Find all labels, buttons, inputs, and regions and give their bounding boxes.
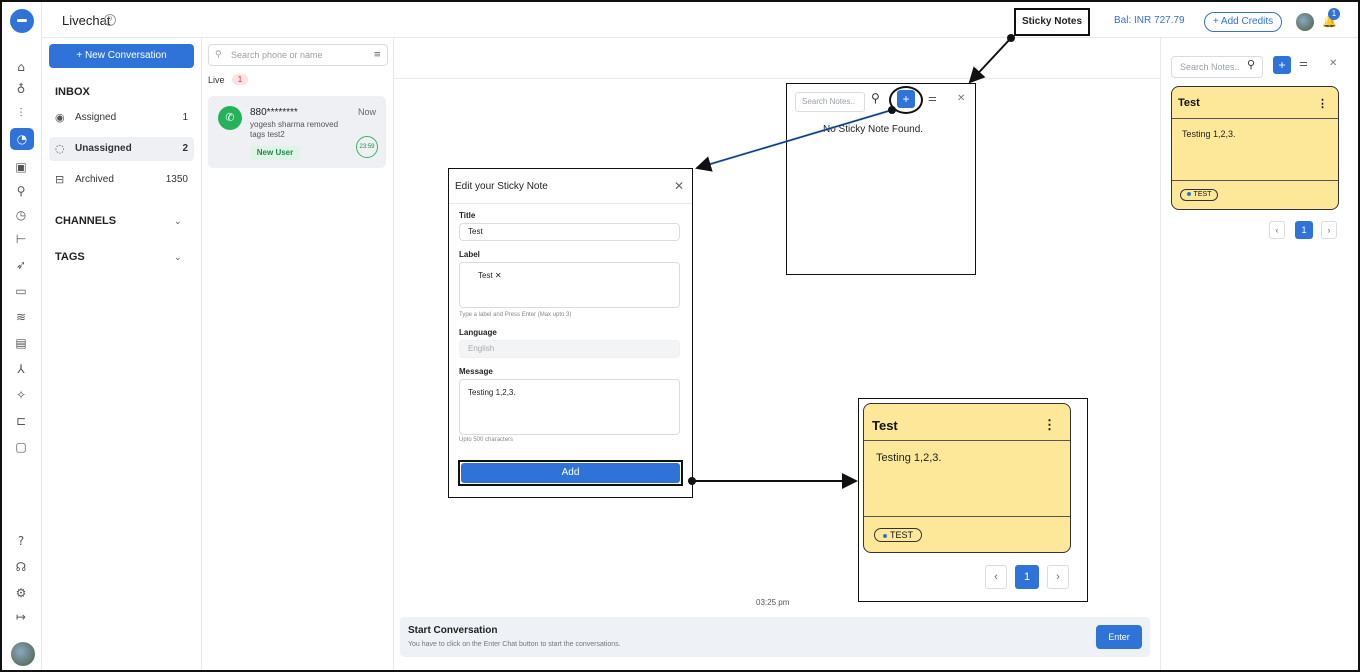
arrow-add-to-note [688, 473, 858, 489]
arrow-sticky-to-popup [968, 34, 1015, 84]
annotation-arrows [688, 34, 1015, 489]
arrow-add-to-modal [695, 106, 896, 172]
